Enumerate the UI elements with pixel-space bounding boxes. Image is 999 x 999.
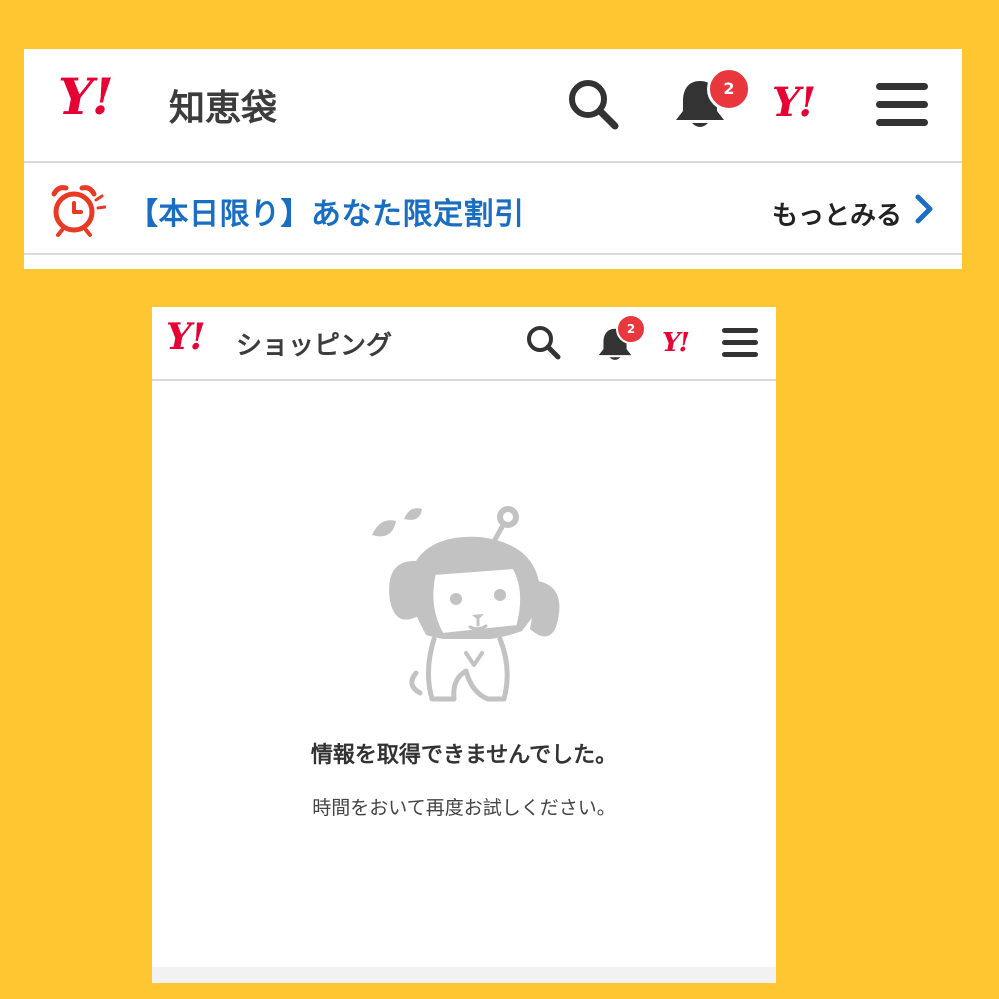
search-icon[interactable] xyxy=(525,324,561,364)
yahoo-japan-mark[interactable]: Y! xyxy=(772,79,816,126)
error-message: 時間をおいて再度お試しください。 xyxy=(312,797,616,819)
menu-icon[interactable] xyxy=(876,83,928,131)
menu-icon[interactable] xyxy=(722,328,758,362)
yahoo-logo[interactable]: Y! xyxy=(58,67,114,126)
notification-badge: 2 xyxy=(707,67,751,111)
chevron-right-icon[interactable] xyxy=(914,194,934,228)
shopping-panel: Y! ショッピング 2 Y! 情報を取得できませんでした。 時間をおいて再度お試… xyxy=(152,307,776,983)
promo-banner[interactable]: 【本日限り】あなた限定割引 もっとみる xyxy=(24,163,962,255)
footer-strip xyxy=(152,967,776,983)
yahoo-japan-mark[interactable]: Y! xyxy=(662,328,690,358)
mascot-illustration xyxy=(362,503,562,717)
alarm-clock-icon xyxy=(48,182,107,242)
error-title: 情報を取得できませんでした。 xyxy=(310,743,618,768)
service-name[interactable]: 知恵袋 xyxy=(169,79,277,131)
chiebukuro-header: Y! 知恵袋 2 Y! xyxy=(24,49,962,163)
chiebukuro-panel: Y! 知恵袋 2 Y! 【本日限り】あなた限定割引 もっとみる xyxy=(24,49,962,269)
more-link[interactable]: もっとみる xyxy=(772,195,902,232)
search-icon[interactable] xyxy=(566,77,620,135)
service-name[interactable]: ショッピング xyxy=(236,325,392,362)
notification-badge: 2 xyxy=(616,314,646,344)
promo-text[interactable]: 【本日限り】あなた限定割引 xyxy=(128,189,525,233)
yahoo-logo[interactable]: Y! xyxy=(166,316,205,358)
shopping-header: Y! ショッピング 2 Y! xyxy=(152,307,776,381)
